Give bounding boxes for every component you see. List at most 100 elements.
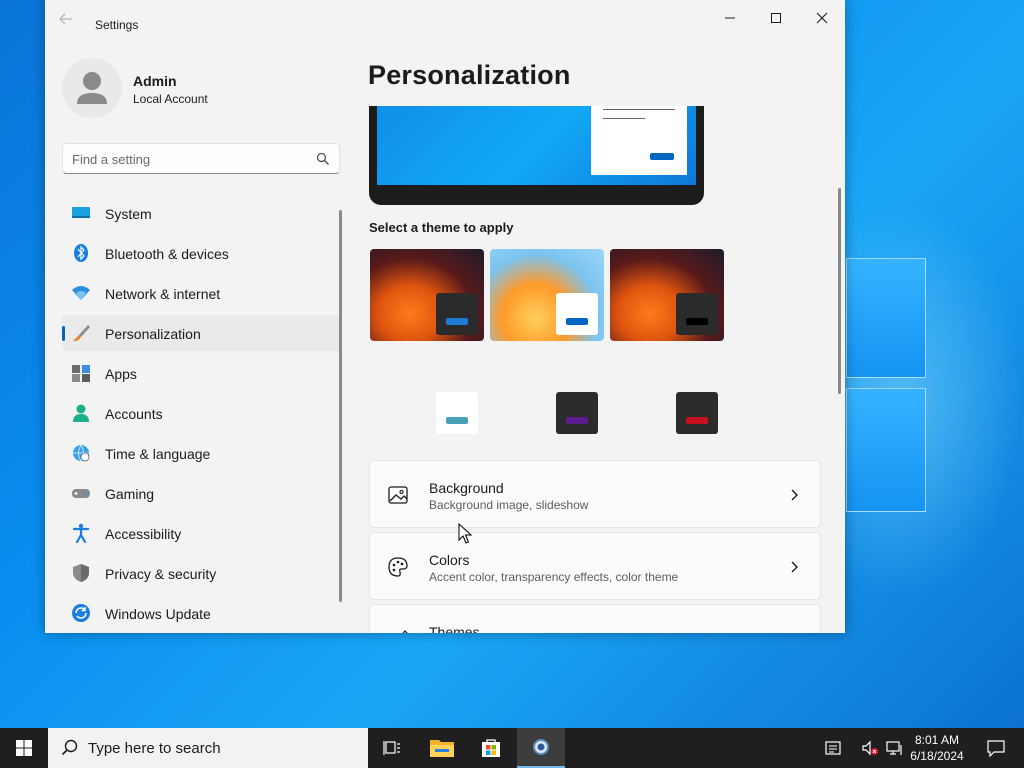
sidebar-item-label: Apps <box>105 366 137 382</box>
avatar[interactable] <box>62 58 122 118</box>
colors-setting-card[interactable]: Colors Accent color, transparency effect… <box>369 532 821 600</box>
accounts-icon <box>73 404 89 422</box>
windows-start-icon <box>16 740 32 756</box>
sidebar-item-label: Windows Update <box>105 606 211 622</box>
sidebar-item-label: Bluetooth & devices <box>105 246 229 262</box>
theme-tile-glow-dark[interactable] <box>370 249 484 341</box>
accessibility-icon <box>72 523 90 543</box>
chevron-right-icon <box>791 561 798 573</box>
close-button[interactable] <box>799 4 845 32</box>
preview-accent-button <box>650 153 674 160</box>
bluetooth-icon <box>74 244 88 262</box>
maximize-button[interactable] <box>753 4 799 32</box>
wifi-icon <box>72 286 90 300</box>
sidebar-item-label: Accounts <box>105 406 163 422</box>
search-icon <box>61 739 78 756</box>
user-icon <box>77 72 107 104</box>
sidebar-item-windows-update[interactable]: Windows Update <box>62 595 340 631</box>
task-view-icon <box>383 741 400 755</box>
minimize-button[interactable] <box>707 4 753 32</box>
theme-tile-glow-black[interactable] <box>610 249 724 341</box>
action-center-button[interactable] <box>976 728 1016 768</box>
sidebar-scrollbar[interactable] <box>339 210 342 602</box>
apps-icon <box>72 365 90 382</box>
user-name: Admin <box>133 73 177 89</box>
settings-taskbar-button[interactable] <box>517 728 565 768</box>
start-button[interactable] <box>0 728 48 768</box>
store-button[interactable] <box>467 728 515 768</box>
card-title: Background <box>429 480 504 496</box>
sidebar-item-label: Time & language <box>105 446 211 462</box>
account-type: Local Account <box>133 92 208 106</box>
maximize-icon <box>771 13 781 23</box>
palette-icon <box>388 557 408 577</box>
card-title: Colors <box>429 552 470 568</box>
search-input[interactable] <box>72 150 302 168</box>
themes-section-label: Select a theme to apply <box>369 220 514 235</box>
task-view-button[interactable] <box>368 728 416 768</box>
sidebar-item-bluetooth[interactable]: Bluetooth & devices <box>62 235 340 271</box>
background-setting-card[interactable]: Background Background image, slideshow <box>369 460 821 528</box>
notification-icon <box>987 740 1005 757</box>
sidebar-item-network[interactable]: Network & internet <box>62 275 340 311</box>
window-title: Settings <box>95 18 139 32</box>
sidebar-item-label: Gaming <box>105 486 155 502</box>
brush-icon <box>73 325 90 342</box>
back-button[interactable] <box>59 12 79 28</box>
globe-clock-icon <box>73 444 90 462</box>
page-title: Personalization <box>368 60 571 90</box>
sidebar-item-label: Personalization <box>105 326 201 342</box>
taskbar: 8:01 AM 6/18/2024 <box>0 728 1024 768</box>
clock[interactable]: 8:01 AM 6/18/2024 <box>904 732 970 764</box>
clock-date: 6/18/2024 <box>910 749 964 763</box>
system-icon <box>72 207 90 218</box>
store-icon <box>482 739 500 757</box>
settings-window: Settings Admin Local Account System <box>45 0 845 633</box>
taskbar-search-input[interactable] <box>88 739 358 757</box>
gamepad-icon <box>72 489 90 498</box>
clock-time: 8:01 AM <box>914 733 960 747</box>
title-bar[interactable]: Settings <box>45 0 845 34</box>
card-title: Themes <box>429 624 480 633</box>
back-arrow-icon <box>59 13 72 25</box>
sidebar-item-label: Privacy & security <box>105 566 217 582</box>
file-explorer-button[interactable] <box>418 728 466 768</box>
file-explorer-icon <box>430 740 454 757</box>
sidebar-item-label: System <box>105 206 152 222</box>
sidebar-item-accessibility[interactable]: Accessibility <box>62 515 340 551</box>
theme-grid <box>370 249 730 439</box>
shield-icon <box>73 564 89 582</box>
image-icon <box>388 486 408 504</box>
theme-preview <box>369 106 704 205</box>
search-box[interactable] <box>62 143 340 174</box>
chevron-right-icon <box>791 489 798 501</box>
main-scrollbar[interactable] <box>838 188 841 394</box>
sidebar-item-time-language[interactable]: Time & language <box>62 435 340 471</box>
sidebar-item-personalization[interactable]: Personalization <box>62 315 340 351</box>
news-icon[interactable] <box>823 738 843 758</box>
card-subtitle: Background image, slideshow <box>429 498 589 512</box>
sidebar-item-label: Accessibility <box>105 526 182 542</box>
settings-icon <box>533 739 549 755</box>
card-subtitle: Accent color, transparency effects, colo… <box>429 570 679 584</box>
brush-icon <box>402 630 408 633</box>
volume-muted-icon[interactable] <box>860 738 880 758</box>
sidebar-item-accounts[interactable]: Accounts <box>62 395 340 431</box>
sidebar-item-system[interactable]: System <box>62 195 340 231</box>
close-icon <box>816 12 828 24</box>
sidebar-item-label: Network & internet <box>105 286 221 302</box>
sidebar-item-apps[interactable]: Apps <box>62 355 340 391</box>
taskbar-search-box[interactable] <box>48 728 368 768</box>
sidebar-item-gaming[interactable]: Gaming <box>62 475 340 511</box>
sidebar-nav: System Bluetooth & devices Network & int… <box>62 195 340 633</box>
theme-tile-glow-light[interactable] <box>490 249 604 341</box>
update-icon <box>72 604 90 622</box>
search-icon[interactable] <box>316 152 330 166</box>
themes-setting-card[interactable]: Themes <box>369 604 821 633</box>
minimize-icon <box>725 17 735 19</box>
network-icon[interactable] <box>885 738 905 758</box>
preview-window <box>591 106 687 175</box>
windows-logo-wallpaper <box>846 258 926 514</box>
mouse-cursor-icon <box>458 523 472 544</box>
sidebar-item-privacy-security[interactable]: Privacy & security <box>62 555 340 591</box>
